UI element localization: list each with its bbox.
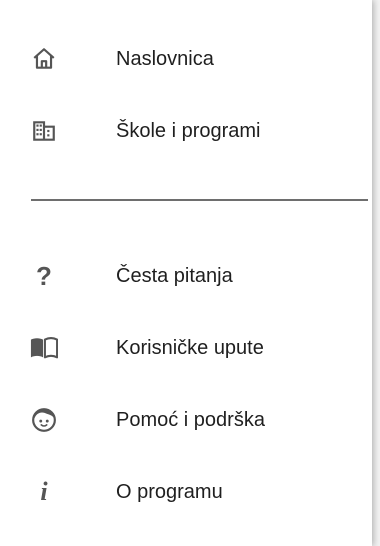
nav-item-schools[interactable]: Škole i programi <box>0 95 372 167</box>
nav-label-support: Pomoć i podrška <box>116 408 265 431</box>
info-icon: i <box>40 477 48 506</box>
nav-item-user-guide[interactable]: Korisničke upute <box>0 312 372 384</box>
face-icon <box>30 406 58 434</box>
nav-label-user-guide: Korisničke upute <box>116 336 264 359</box>
divider <box>31 199 368 201</box>
building-icon <box>30 117 58 145</box>
nav-item-about[interactable]: i O programu <box>0 456 372 528</box>
nav-item-faq[interactable]: ? Česta pitanja <box>0 240 372 312</box>
secondary-nav: ? Česta pitanja Korisničke upute Pomoć i… <box>0 240 372 528</box>
nav-label-about: O programu <box>116 480 223 503</box>
home-icon <box>30 45 58 73</box>
question-mark-icon: ? <box>36 261 52 291</box>
navigation-drawer: Naslovnica Škole i programi ? Česta pita… <box>0 0 372 546</box>
nav-label-home: Naslovnica <box>116 47 214 70</box>
nav-label-faq: Česta pitanja <box>116 264 233 287</box>
primary-nav: Naslovnica Škole i programi <box>0 23 372 167</box>
book-icon <box>30 334 58 362</box>
nav-label-schools: Škole i programi <box>116 119 261 142</box>
nav-item-home[interactable]: Naslovnica <box>0 23 372 95</box>
nav-item-support[interactable]: Pomoć i podrška <box>0 384 372 456</box>
